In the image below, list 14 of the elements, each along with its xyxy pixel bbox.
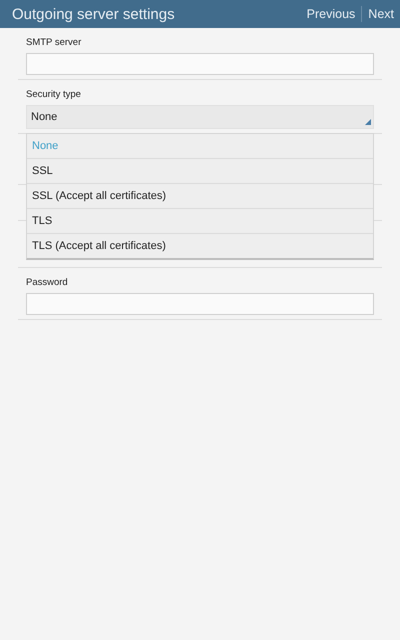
screen-title: Outgoing server settings (12, 6, 175, 22)
input-field[interactable] (26, 293, 374, 315)
menu-option[interactable]: SSL (27, 158, 373, 183)
dropdown[interactable]: None (26, 105, 374, 129)
menu-option[interactable]: TLS (Accept all certificates) (27, 233, 373, 258)
menu-option[interactable]: TLS (27, 208, 373, 233)
header-action[interactable]: Previous (300, 7, 362, 21)
field-label: Password (26, 277, 69, 288)
field-label: SMTP server (26, 37, 82, 48)
dropdown-arrow-icon (365, 119, 371, 125)
header-action[interactable]: Next (362, 7, 400, 21)
menu-option[interactable]: SSL (Accept all certificates) (27, 183, 373, 208)
field-label: Security type (26, 89, 82, 100)
input-field[interactable] (26, 53, 374, 75)
